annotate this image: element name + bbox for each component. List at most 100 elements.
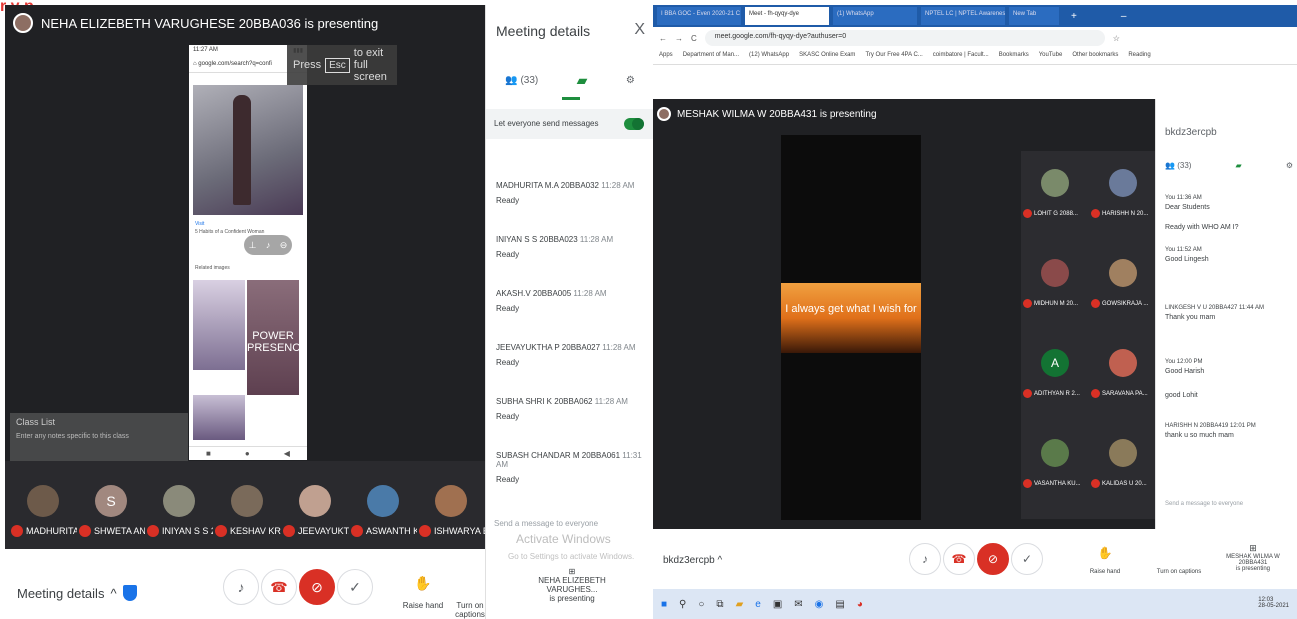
class-list-note: Enter any notes specific to this class <box>16 433 129 440</box>
participant-tile[interactable]: KESHAV KRI... <box>215 485 281 549</box>
bookmark-item[interactable]: YouTube <box>1039 52 1063 61</box>
send-message-input[interactable]: Send a message to everyone <box>1165 501 1243 507</box>
participant-tile[interactable]: SARAVANA PA... <box>1089 331 1155 421</box>
mic-button[interactable]: ♪ <box>223 569 259 605</box>
mic-off-icon <box>11 525 23 537</box>
avatar: S <box>95 485 127 517</box>
chevron-up-icon: ^ <box>110 585 117 601</box>
url-field[interactable]: meet.google.com/fh-qyqy-dye?authuser=0 <box>704 30 1105 46</box>
camera-off-button[interactable]: ⊘ <box>977 543 1009 575</box>
bookmark-item[interactable]: (12) WhatsApp <box>749 52 789 61</box>
bookmark-item[interactable]: Department of Man... <box>683 52 739 61</box>
participant-tile[interactable]: MADHURITA... <box>11 485 77 549</box>
clock-date: 28-05-2021 <box>1258 603 1289 609</box>
phone-mic-pill[interactable]: ⊥ ♪ ⊖ <box>244 235 292 255</box>
back-icon[interactable]: ◀ <box>284 449 290 458</box>
file-explorer-icon[interactable]: ▰ <box>736 599 744 610</box>
activate-windows-sub: Go to Settings to activate Windows. <box>508 552 635 561</box>
bookmark-item[interactable]: Bookmarks <box>999 52 1029 61</box>
presenter-banner-text: MESHAK WILMA W 20BBA431 is presenting <box>677 108 877 120</box>
meet-control-bar: Meeting details ^ ♪ ☎ ⊘ ✓ ✋ Raise hand T… <box>5 549 485 619</box>
participant-tile[interactable]: ISHWARYA B... <box>419 485 485 549</box>
cortana-icon[interactable]: ○ <box>698 599 704 610</box>
browser-tab[interactable]: New Tab <box>1009 7 1059 25</box>
quote-image: I always get what I wish for <box>781 283 921 353</box>
task-view-icon[interactable]: ⧉ <box>716 599 723 610</box>
visit-link[interactable]: Visit <box>195 221 204 227</box>
participant-tile[interactable]: KALIDAS U 20... <box>1089 421 1155 511</box>
system-clock[interactable]: 12:03 28-05-2021 <box>1258 597 1289 609</box>
star-icon[interactable]: ☆ <box>1113 34 1120 43</box>
back-icon[interactable]: ← <box>659 34 667 43</box>
presentation-video: I always get what I wish for <box>781 135 921 520</box>
presenting-info[interactable]: ⊞ NEHA ELIZEBETH VARUGHES... is presenti… <box>526 567 618 603</box>
chat-message: LINKGESH V U 20BBA427 11:44 AM Thank you … <box>1165 305 1293 321</box>
minimize-icon[interactable]: – <box>1121 11 1127 22</box>
presenting-info[interactable]: ⊞ MESHAK WILMA W 20BBA431 is presenting <box>1213 543 1293 572</box>
bookmark-item[interactable]: Apps <box>659 52 673 61</box>
class-list-title[interactable]: Class List <box>10 413 188 431</box>
send-messages-toggle[interactable] <box>624 118 644 130</box>
app-icon[interactable]: ◉ <box>815 599 824 610</box>
chat-message: You 11:36 AM Dear Students <box>1165 195 1293 211</box>
app-icon[interactable]: ▤ <box>835 599 844 610</box>
participant-tile[interactable]: HARISHH N 20... <box>1089 151 1155 241</box>
participant-tile[interactable]: JEEVAYUKT... <box>283 485 349 549</box>
meeting-details-button[interactable]: Meeting details ^ <box>17 585 137 601</box>
bookmark-item[interactable]: Try Our Free 4PA C... <box>865 52 922 61</box>
browser-tab-active[interactable]: Meet - fh-qyqy-dye <box>745 7 829 25</box>
woman-photo <box>193 85 303 215</box>
edge-icon[interactable]: e <box>755 599 761 610</box>
browser-tab[interactable]: NPTEL LC | NPTEL Awarenes <box>921 7 1005 25</box>
search-icon[interactable]: ⚲ <box>679 599 686 610</box>
hangup-button[interactable]: ☎ <box>943 543 975 575</box>
store-icon[interactable]: ▣ <box>773 599 782 610</box>
bookmark-item[interactable]: SKASC Online Exam <box>799 52 855 61</box>
bookmark-item[interactable]: coimbatore | Facult... <box>933 52 989 61</box>
participant-tile[interactable]: INIYAN S S 2... <box>147 485 213 549</box>
meeting-code-button[interactable]: bkdz3ercpb ^ <box>663 555 722 566</box>
participant-tile[interactable]: VASANTHA KU... <box>1021 421 1087 511</box>
recents-icon[interactable]: ■ <box>206 449 211 458</box>
pin-icon[interactable]: ⊥ <box>249 240 257 251</box>
mail-icon[interactable]: ✉ <box>794 599 802 610</box>
mic-icon[interactable]: ♪ <box>266 240 271 250</box>
browser-tab[interactable]: I BBA GOC - Even 2020-21 C <box>657 7 741 25</box>
message-author: You 12:00 PM <box>1165 359 1203 365</box>
raise-hand-icon[interactable]: ✋ <box>1089 537 1121 569</box>
mic-button[interactable]: ♪ <box>909 543 941 575</box>
participant-tile[interactable]: MIDHUN M 20... <box>1021 241 1087 331</box>
home-button-icon[interactable]: ● <box>245 449 250 458</box>
windows-start-icon[interactable]: ■ <box>661 599 667 610</box>
participant-tile[interactable]: ASWANTH K... <box>351 485 417 549</box>
new-tab-icon[interactable]: + <box>1071 11 1077 22</box>
tab-people[interactable]: 👥 (33) <box>1165 161 1191 170</box>
chat-message: JEEVAYUKTHA P 20BBA027 11:28 AM Ready <box>496 343 646 367</box>
send-message-input[interactable]: Send a message to everyone <box>494 519 598 528</box>
participant-tile[interactable]: GOWSIKRAJA ... <box>1089 241 1155 331</box>
browser-tab[interactable]: (1) WhatsApp <box>833 7 917 25</box>
avatar <box>299 485 331 517</box>
woman-figure <box>233 95 251 205</box>
message-text: Ready <box>496 358 520 367</box>
close-icon[interactable]: X <box>634 21 645 39</box>
tab-activities[interactable]: ⚙ <box>1286 161 1293 170</box>
forward-icon[interactable]: → <box>675 34 683 43</box>
hangup-button[interactable]: ☎ <box>261 569 297 605</box>
bookmark-item[interactable]: Reading <box>1128 52 1150 61</box>
participant-tile[interactable]: A ADITHYAN R 2... <box>1021 331 1087 421</box>
check-button[interactable]: ✓ <box>337 569 373 605</box>
raise-hand-icon[interactable]: ✋ <box>405 565 441 601</box>
chrome-icon[interactable]: ◕ <box>857 599 863 610</box>
tab-activities[interactable]: ⚙ <box>626 75 635 86</box>
tab-people[interactable]: 👥 (33) <box>505 75 538 86</box>
reload-icon[interactable]: C <box>691 34 697 43</box>
participant-tile[interactable]: S SHWETA AN... <box>79 485 145 549</box>
tab-chat[interactable]: ▰ <box>1236 161 1242 170</box>
tab-chat[interactable]: ▰ <box>577 72 588 89</box>
participant-tile[interactable]: LOHIT G 2088... <box>1021 151 1087 241</box>
bookmark-item[interactable]: Other bookmarks <box>1072 52 1118 61</box>
camera-off-button[interactable]: ⊘ <box>299 569 335 605</box>
minus-icon[interactable]: ⊖ <box>280 240 288 251</box>
check-button[interactable]: ✓ <box>1011 543 1043 575</box>
